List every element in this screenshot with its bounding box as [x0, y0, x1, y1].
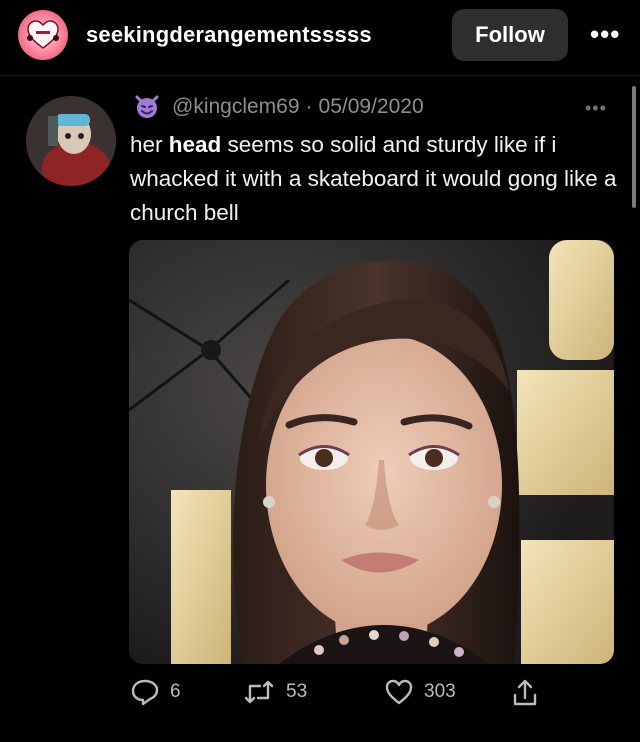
tweet-actions: 6 53 303	[0, 672, 640, 716]
retweet-icon	[244, 680, 274, 704]
tweet-text-part: her	[130, 132, 169, 157]
heart-logo-icon	[27, 20, 59, 49]
share-icon	[513, 679, 537, 706]
tweet-more-icon[interactable]: •••	[585, 98, 607, 119]
tweet-photo[interactable]	[129, 240, 614, 664]
retweet-button[interactable]: 53	[242, 678, 307, 706]
reply-button[interactable]: 6	[130, 678, 181, 706]
heart-icon	[385, 679, 413, 705]
tweet-handle[interactable]: @kingclem69	[172, 95, 300, 119]
scrollbar[interactable]	[632, 86, 636, 208]
reply-count: 6	[170, 681, 181, 702]
profile-avatar[interactable]	[18, 10, 68, 60]
follow-button[interactable]: Follow	[452, 9, 568, 61]
like-count: 303	[424, 681, 456, 702]
account-name[interactable]: seekingderangementsssss	[86, 22, 372, 48]
post-header: seekingderangementsssss Follow •••	[0, 0, 640, 76]
separator-dot: ·	[305, 95, 313, 118]
more-options-icon[interactable]: •••	[590, 21, 624, 47]
tweet-header: @kingclem69 · 05/09/2020	[134, 92, 424, 122]
share-button[interactable]	[512, 678, 548, 708]
tweet-text-bold: head	[168, 132, 222, 157]
tweet-date[interactable]: 05/09/2020	[319, 95, 424, 119]
tweet-text: her head seems so solid and sturdy like …	[130, 128, 620, 230]
tweet-author-avatar[interactable]	[26, 96, 116, 186]
retweet-count: 53	[286, 681, 308, 702]
like-button[interactable]: 303	[384, 678, 456, 706]
reply-icon	[131, 679, 159, 706]
smiling-devil-icon	[135, 95, 159, 118]
